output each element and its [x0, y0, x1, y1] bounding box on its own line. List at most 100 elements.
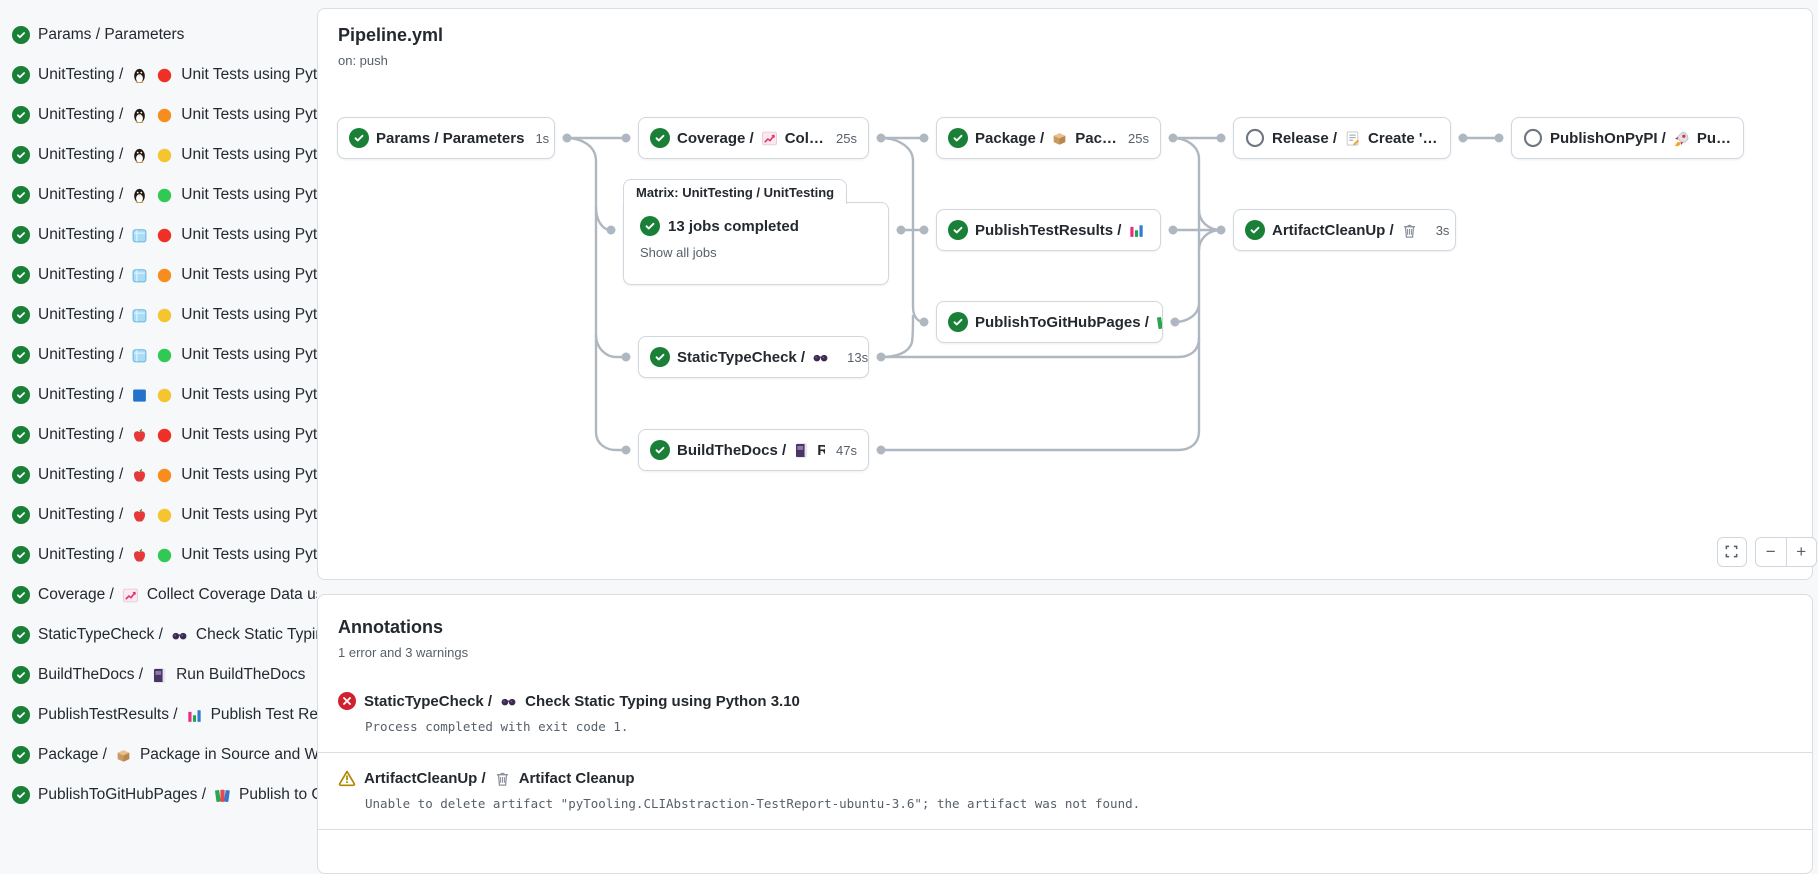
sidebar-job-item[interactable]: BuildTheDocs / Run BuildTheDocs: [0, 655, 317, 695]
check-icon: [349, 128, 369, 148]
zoom-in-button[interactable]: +: [1786, 538, 1817, 566]
job-duration: 1s: [531, 131, 549, 146]
step-name: Unit Tests using Pyth...: [181, 546, 317, 564]
bar-chart-icon: [186, 707, 203, 724]
graph-node-pghp[interactable]: PublishToGitHubPages /...13s: [936, 301, 1163, 343]
job-name: BuildTheDocs /: [38, 666, 143, 684]
check-icon: [12, 746, 30, 764]
graph-node-package[interactable]: Package /Package in So...25s: [936, 117, 1161, 159]
apple-icon: [131, 467, 148, 484]
check-icon: [12, 586, 30, 604]
step-name: Artifact Cleanup: [519, 770, 635, 787]
graph-node-acu[interactable]: ArtifactCleanUp /Artifac...3s: [1233, 209, 1456, 251]
dot-red-icon: [156, 67, 173, 84]
sidebar-job-item[interactable]: UnitTesting /Unit Tests using Pyth...: [0, 215, 317, 255]
graph-node-stc[interactable]: StaticTypeCheck /Chec...13s: [638, 336, 869, 378]
annotation-title-link[interactable]: StaticTypeCheck / Check Static Typing usi…: [338, 692, 1792, 710]
fullscreen-button[interactable]: [1717, 537, 1747, 567]
check-icon: [12, 786, 30, 804]
package-icon: [1051, 130, 1068, 147]
skipped-icon: [1245, 128, 1265, 148]
annotations-summary: 1 error and 3 warnings: [338, 645, 1792, 660]
check-icon: [12, 666, 30, 684]
graph-node-btd[interactable]: BuildTheDocs /Run Buil...47s: [638, 429, 869, 471]
graph-node-pypi[interactable]: PublishOnPyPI /Publish to ...: [1511, 117, 1744, 159]
matrix-jobs-completed: 13 jobs completed: [668, 218, 799, 235]
check-icon: [12, 426, 30, 444]
job-name: UnitTesting /: [38, 106, 123, 124]
job-name: PublishToGitHubPages /: [975, 314, 1149, 331]
chart-up-icon: [122, 587, 139, 604]
job-name: UnitTesting /: [38, 226, 123, 244]
sidebar-job-item[interactable]: UnitTesting /Unit Tests using Pyth...: [0, 495, 317, 535]
graph-node-release[interactable]: Release /Create 'Release P...: [1233, 117, 1451, 159]
sidebar-job-item[interactable]: PublishToGitHubPages /Publish to G...: [0, 775, 317, 815]
zoom-control: − +: [1755, 537, 1817, 567]
job-duration: 17s: [1159, 223, 1161, 238]
job-name: Params / Parameters: [38, 26, 184, 44]
bar-chart-icon: [1128, 222, 1145, 239]
job-name: Package /: [38, 746, 107, 764]
show-all-jobs-link[interactable]: Show all jobs: [640, 245, 872, 260]
job-duration: 25s: [1124, 131, 1149, 146]
check-icon: [12, 106, 30, 124]
zoom-out-button[interactable]: −: [1756, 538, 1786, 566]
job-duration: 25s: [832, 131, 857, 146]
sidebar-job-item[interactable]: UnitTesting / Unit Tests using Pyth...: [0, 295, 317, 335]
memo-icon: [1344, 130, 1361, 147]
graph-node-coverage[interactable]: Coverage /Collect Cove...25s: [638, 117, 869, 159]
sidebar-job-item[interactable]: Package / Package in Source and Wh...: [0, 735, 317, 775]
glasses-icon: [171, 627, 188, 644]
job-name: Package /: [975, 130, 1044, 147]
check-icon: [650, 440, 670, 460]
check-icon: [12, 626, 30, 644]
job-name: UnitTesting /: [38, 66, 123, 84]
dot-green-icon: [156, 187, 173, 204]
check-icon: [948, 312, 968, 332]
sidebar-job-item[interactable]: StaticTypeCheck /Check Static Typing...: [0, 615, 317, 655]
job-name: UnitTesting /: [38, 546, 123, 564]
job-name: UnitTesting /: [38, 386, 123, 404]
trash-icon: [494, 770, 511, 787]
sidebar-job-item[interactable]: UnitTesting /Unit Tests using Pyth...: [0, 255, 317, 295]
graph-node-ptr[interactable]: PublishTestResults /Pu...17s: [936, 209, 1161, 251]
sidebar-job-item[interactable]: Params / Parameters: [0, 15, 317, 55]
rocket-icon: [1673, 130, 1690, 147]
annotations-title: Annotations: [338, 617, 1792, 638]
job-name: StaticTypeCheck /: [364, 693, 492, 710]
sidebar-job-item[interactable]: UnitTesting /Unit Tests using Pyth...: [0, 455, 317, 495]
sidebar-job-item[interactable]: Coverage /Collect Coverage Data usi...: [0, 575, 317, 615]
sidebar-job-item[interactable]: UnitTesting /Unit Tests using Pyth...: [0, 335, 317, 375]
sidebar-job-item[interactable]: PublishTestResults /Publish Test Resu...: [0, 695, 317, 735]
step-name: Run BuildTheDocs: [176, 666, 305, 684]
job-name: UnitTesting /: [38, 146, 123, 164]
sidebar-job-item[interactable]: UnitTesting /Unit Tests using Pyth...: [0, 55, 317, 95]
step-name: Run Buil...: [817, 442, 825, 459]
annotation-title-link[interactable]: ArtifactCleanUp /Artifact Cleanup: [338, 769, 1792, 787]
sidebar-job-item[interactable]: UnitTesting / Unit Tests using Pyth...: [0, 535, 317, 575]
graph-edges: [318, 9, 1812, 579]
matrix-tab[interactable]: Matrix: UnitTesting / UnitTesting: [623, 179, 847, 204]
dot-orange-icon: [156, 467, 173, 484]
sidebar-job-item[interactable]: UnitTesting /Unit Tests using Pyth...: [0, 135, 317, 175]
sidebar-job-item[interactable]: UnitTesting /Unit Tests using Pyth...: [0, 415, 317, 455]
matrix-unittesting-box[interactable]: 13 jobs completed Show all jobs: [623, 202, 889, 285]
sidebar-job-item[interactable]: UnitTesting /Unit Tests using Pyth...: [0, 375, 317, 415]
dot-yellow-icon: [156, 307, 173, 324]
package-icon: [115, 747, 132, 764]
sidebar-job-item[interactable]: UnitTesting /Unit Tests using Pyth...: [0, 95, 317, 135]
check-icon: [12, 266, 30, 284]
step-name: Check Static Typing using Python 3.10: [525, 693, 800, 710]
workflow-trigger: on: push: [338, 53, 388, 68]
check-icon: [948, 128, 968, 148]
step-name: Package in Source and Wh...: [140, 746, 317, 764]
step-name: Unit Tests using Pyth...: [181, 306, 317, 324]
job-name: UnitTesting /: [38, 306, 123, 324]
success-icon: [640, 216, 660, 236]
trash-icon: [1401, 222, 1418, 239]
check-icon: [12, 546, 30, 564]
glasses-icon: [812, 349, 829, 366]
graph-node-params[interactable]: Params / Parameters1s: [337, 117, 555, 159]
step-name: Unit Tests using Pyth...: [181, 426, 317, 444]
sidebar-job-item[interactable]: UnitTesting /Unit Tests using Pyth...: [0, 175, 317, 215]
